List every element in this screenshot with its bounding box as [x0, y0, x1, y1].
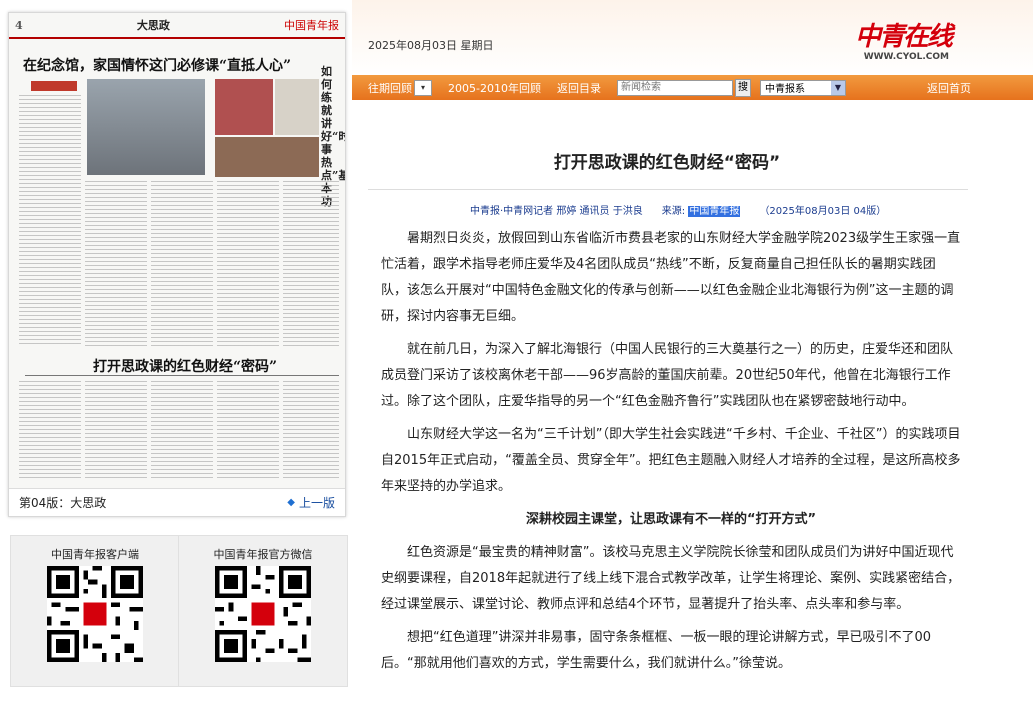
paper-photo-main [87, 79, 205, 175]
paper-footer: 第04版：大思政 ◆ 上一版 [9, 488, 345, 516]
byline-date: （2025年08月03日 04版） [759, 206, 887, 217]
paper-divider [25, 375, 339, 376]
byline-source: 中国青年报 [688, 206, 741, 217]
back-to-list-link[interactable]: 返回目录 [557, 80, 601, 96]
paper-text-column [283, 181, 339, 346]
paper-text-column [85, 381, 147, 481]
article-body: 暑期烈日炎炎，放假回到山东省临沂市费县老家的山东财经大学金融学院2023级学生王… [381, 226, 961, 684]
paper-logo: 中国青年报 [284, 19, 339, 32]
site-logo[interactable]: 中青在线 [855, 16, 953, 53]
article-byline: 中青报·中青网记者 邢婷 通讯员 于洪良 来源: 中国青年报 （2025年08月… [470, 202, 886, 217]
site-url: WWW.CYOL.COM [863, 52, 949, 62]
chevron-down-icon: ▼ [830, 80, 845, 95]
paper-page-number: 4 [15, 18, 23, 32]
paper-header: 4 大思政 中国青年报 [9, 13, 345, 39]
top-header: 2025年08月03日 星期日 中青在线 WWW.CYOL.COM [352, 0, 1033, 75]
paper-red-banner [31, 81, 77, 91]
article-panel: 2025年08月03日 星期日 中青在线 WWW.CYOL.COM 往期回顾 ▾… [352, 0, 1033, 721]
paper-section-title: 大思政 [136, 19, 170, 32]
article-content: 打开思政课的红色财经“密码” 中青报·中青网记者 邢婷 通讯员 于洪良 来源: … [352, 100, 1033, 721]
article-paragraph: 想把“红色道理”讲深并非易事，固守条条框框、一板一眼的理论讲解方式，早已吸引不了… [381, 630, 932, 671]
paper-headline-top[interactable]: 在纪念馆，家国情怀这门必修课“直抵人心” [23, 55, 291, 75]
left-panel: 4 大思政 中国青年报 在纪念馆，家国情怀这门必修课“直抵人心” 如何练就讲好“… [0, 0, 352, 721]
newspaper-page-preview[interactable]: 4 大思政 中国青年报 在纪念馆，家国情怀这门必修课“直抵人心” 如何练就讲好“… [8, 12, 346, 517]
paper-text-column [151, 381, 213, 481]
qr-client-label: 中国青年报客户端 [51, 548, 139, 561]
paper-text-column [19, 381, 81, 481]
byline-authors: 中青报·中青网记者 邢婷 通讯员 于洪良 [470, 206, 643, 217]
qr-code-wechat-icon [215, 566, 311, 662]
review-link[interactable]: 往期回顾 [368, 80, 412, 96]
paper-text-column [19, 95, 81, 345]
article-paragraph: 红色资源是“最宝贵的精神财富”。该校马克思主义学院院长徐莹和团队成员们为讲好中国… [381, 545, 961, 612]
search-button[interactable]: 搜 [734, 78, 751, 97]
article-paragraph: 暑期烈日炎炎，放假回到山东省临沂市费县老家的山东财经大学金融学院2023级学生王… [381, 231, 961, 324]
news-search-input[interactable] [616, 79, 733, 96]
diamond-icon: ◆ [287, 497, 295, 508]
paper-text-column [283, 381, 339, 481]
paper-select[interactable]: 中青报系 ▼ [759, 79, 846, 96]
paper-photo-3 [275, 79, 319, 135]
paper-photo-4 [215, 137, 319, 177]
paper-text-column [151, 181, 213, 346]
qr-code-client-icon [47, 566, 143, 662]
byline-source-label: 来源: [661, 206, 686, 217]
qr-card-client: 中国青年报客户端 [10, 535, 180, 687]
article-paragraph: 就在前几日，为深入了解北海银行（中国人民银行的三大奠基行之一）的历史，庄爱华还和… [381, 342, 954, 409]
article-title: 打开思政课的红色财经“密码” [553, 153, 781, 173]
prev-page-label: 上一版 [298, 496, 335, 510]
paper-select-value: 中青报系 [764, 84, 805, 95]
home-link[interactable]: 返回首页 [927, 80, 971, 96]
paper-text-column [217, 181, 279, 346]
archive-link[interactable]: 2005-2010年回顾 [448, 80, 541, 96]
nav-bar: 往期回顾 ▾ 2005-2010年回顾 返回目录 搜 中青报系 ▼ 返回首页 [352, 75, 1033, 100]
paper-footer-page: 第04版：大思政 [19, 496, 107, 510]
paper-photo-2 [215, 79, 273, 135]
calendar-select-icon[interactable]: ▾ [414, 79, 432, 96]
article-subheading: 深耕校园主课堂，让思政课有不一样的“打开方式” [525, 512, 817, 527]
title-divider [368, 189, 968, 190]
paper-text-column [85, 181, 147, 346]
paper-text-column [217, 381, 279, 481]
qr-wechat-label: 中国青年报官方微信 [213, 548, 313, 561]
current-date: 2025年08月03日 星期日 [368, 39, 494, 52]
qr-card-wechat: 中国青年报官方微信 [178, 535, 348, 687]
prev-page-link[interactable]: ◆ 上一版 [287, 494, 335, 511]
paper-headline-main[interactable]: 打开思政课的红色财经“密码” [93, 356, 277, 376]
article-paragraph: 山东财经大学这一名为“三千计划”（即大学生社会实践进“千乡村、千企业、千社区”）… [381, 427, 961, 494]
